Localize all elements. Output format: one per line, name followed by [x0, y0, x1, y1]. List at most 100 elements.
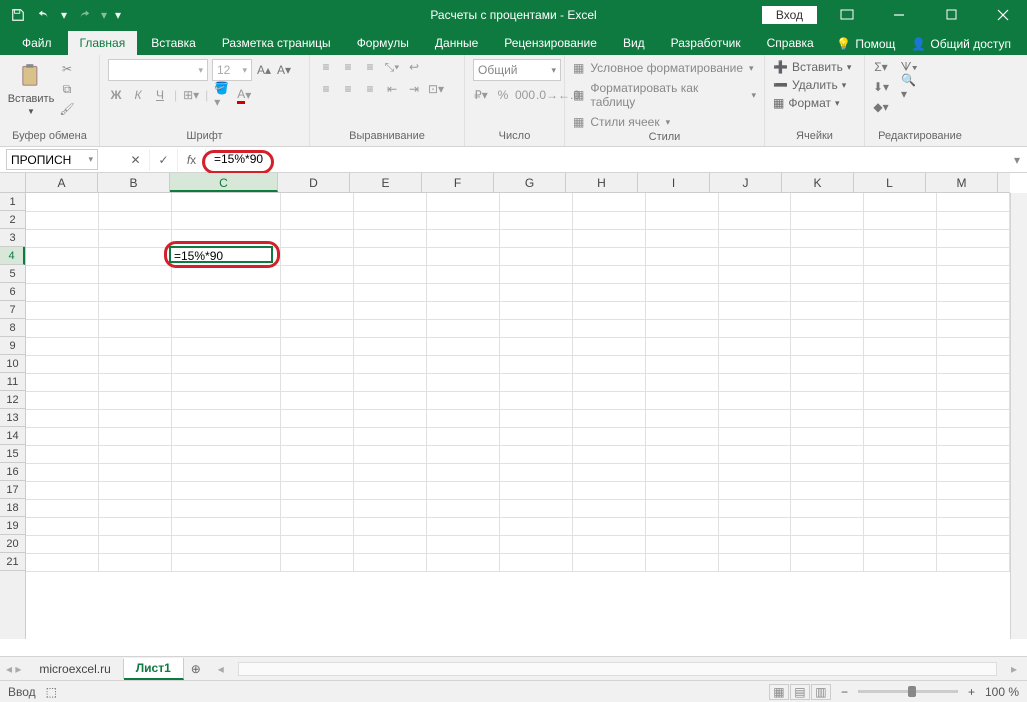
cell[interactable]	[645, 283, 718, 301]
cell[interactable]	[864, 193, 937, 211]
cell[interactable]	[937, 355, 1010, 373]
cell[interactable]	[791, 211, 864, 229]
col-header-G[interactable]: G	[494, 173, 566, 192]
enter-formula-icon[interactable]: ✓	[150, 149, 178, 171]
cell[interactable]	[99, 283, 172, 301]
cell[interactable]	[354, 499, 427, 517]
cell[interactable]	[354, 535, 427, 553]
cell[interactable]	[572, 427, 645, 445]
cell[interactable]	[354, 373, 427, 391]
cell[interactable]	[26, 265, 99, 283]
cell[interactable]	[645, 481, 718, 499]
column-headers[interactable]: ABCDEFGHIJKLM	[26, 173, 1010, 193]
cell[interactable]	[572, 355, 645, 373]
align-middle-icon[interactable]: ≡	[340, 59, 356, 75]
cell[interactable]	[172, 229, 281, 247]
cell[interactable]	[864, 445, 937, 463]
cell[interactable]	[572, 481, 645, 499]
zoom-in-icon[interactable]: +	[968, 685, 975, 699]
formula-bar-expand-icon[interactable]: ▾	[1007, 153, 1027, 167]
name-box[interactable]: ПРОПИСН▾	[6, 149, 98, 170]
cell[interactable]	[864, 499, 937, 517]
cell[interactable]	[645, 409, 718, 427]
cell[interactable]	[572, 211, 645, 229]
row-header-10[interactable]: 10	[0, 355, 25, 373]
cell[interactable]	[281, 247, 354, 265]
cell[interactable]	[281, 499, 354, 517]
cell[interactable]	[572, 517, 645, 535]
cell[interactable]	[791, 445, 864, 463]
cell-styles[interactable]: ▦Стили ячеек▾	[573, 113, 670, 131]
cell[interactable]	[718, 445, 791, 463]
cell[interactable]	[791, 535, 864, 553]
cell[interactable]	[99, 229, 172, 247]
cell[interactable]	[281, 445, 354, 463]
cell[interactable]	[99, 445, 172, 463]
cell[interactable]	[172, 553, 281, 571]
cell[interactable]	[645, 373, 718, 391]
cell[interactable]	[26, 481, 99, 499]
cell[interactable]	[499, 319, 572, 337]
cell[interactable]	[864, 409, 937, 427]
cell[interactable]	[99, 481, 172, 499]
cell[interactable]	[281, 553, 354, 571]
cell[interactable]	[427, 499, 500, 517]
cell[interactable]	[572, 445, 645, 463]
cell[interactable]	[791, 337, 864, 355]
cell[interactable]	[937, 391, 1010, 409]
cell[interactable]	[572, 283, 645, 301]
cell[interactable]	[354, 301, 427, 319]
cell[interactable]	[26, 319, 99, 337]
cell[interactable]	[99, 553, 172, 571]
cell[interactable]	[26, 517, 99, 535]
cell[interactable]	[281, 265, 354, 283]
italic-icon[interactable]: К	[130, 87, 146, 103]
cell[interactable]	[99, 301, 172, 319]
cell[interactable]	[937, 193, 1010, 211]
cell[interactable]	[499, 355, 572, 373]
insert-cells[interactable]: ➕Вставить▾	[773, 59, 851, 75]
cell[interactable]	[864, 301, 937, 319]
row-header-17[interactable]: 17	[0, 481, 25, 499]
cell[interactable]	[172, 481, 281, 499]
cell[interactable]	[427, 373, 500, 391]
cell[interactable]	[937, 319, 1010, 337]
cell[interactable]	[572, 463, 645, 481]
cell[interactable]	[281, 283, 354, 301]
col-header-J[interactable]: J	[710, 173, 782, 192]
grow-font-icon[interactable]: A▴	[256, 62, 272, 78]
zoom-out-icon[interactable]: −	[841, 685, 848, 699]
cell[interactable]	[99, 499, 172, 517]
cell[interactable]	[354, 445, 427, 463]
cell[interactable]	[718, 319, 791, 337]
cell[interactable]	[937, 535, 1010, 553]
cell[interactable]	[864, 319, 937, 337]
cell[interactable]	[99, 463, 172, 481]
cell[interactable]	[645, 337, 718, 355]
row-header-3[interactable]: 3	[0, 229, 25, 247]
cell[interactable]	[99, 247, 172, 265]
cell[interactable]	[281, 535, 354, 553]
cell[interactable]	[427, 355, 500, 373]
cancel-formula-icon[interactable]: ✕	[122, 149, 150, 171]
col-header-B[interactable]: B	[98, 173, 170, 192]
cell[interactable]	[499, 193, 572, 211]
cell[interactable]	[718, 535, 791, 553]
row-header-19[interactable]: 19	[0, 517, 25, 535]
col-header-L[interactable]: L	[854, 173, 926, 192]
cell[interactable]	[499, 463, 572, 481]
zoom-level[interactable]: 100 %	[985, 685, 1019, 699]
cell[interactable]	[99, 517, 172, 535]
cell[interactable]	[26, 553, 99, 571]
cell[interactable]	[572, 229, 645, 247]
cell[interactable]	[718, 301, 791, 319]
cell[interactable]	[937, 481, 1010, 499]
cell[interactable]	[572, 373, 645, 391]
login-button[interactable]: Вход	[762, 6, 817, 24]
cell[interactable]	[354, 481, 427, 499]
cell[interactable]	[718, 427, 791, 445]
indent-dec-icon[interactable]: ⇤	[384, 81, 400, 97]
row-header-2[interactable]: 2	[0, 211, 25, 229]
cell[interactable]	[499, 301, 572, 319]
row-header-18[interactable]: 18	[0, 499, 25, 517]
